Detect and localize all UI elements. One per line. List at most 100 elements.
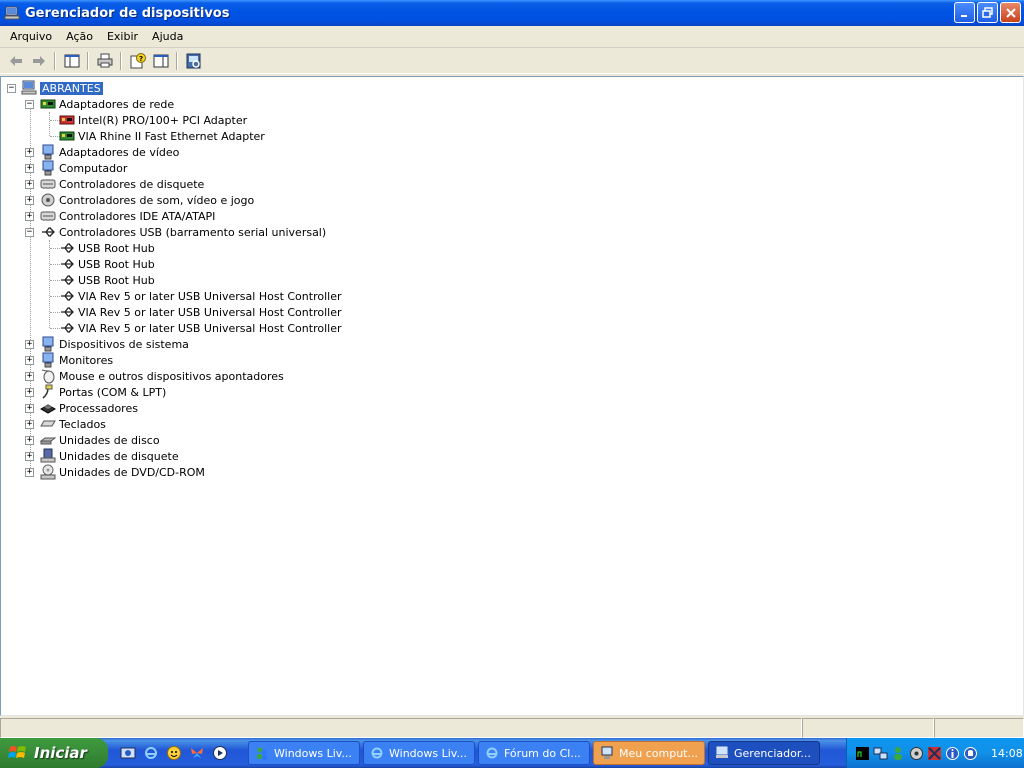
collapse-toggle[interactable]: − [7,84,16,93]
tree-device[interactable]: VIA Rev 5 or later USB Universal Host Co… [59,320,341,336]
expand-toggle[interactable]: + [25,404,34,413]
show-hide-console-tree-button[interactable] [60,50,83,72]
tree-category[interactable]: Adaptadores de vídeo [40,144,179,160]
tree-device[interactable]: VIA Rev 5 or later USB Universal Host Co… [59,304,341,320]
tree-category[interactable]: Processadores [40,400,138,416]
floppy-controller-icon [40,179,56,189]
messenger-tray-icon[interactable] [891,746,906,761]
expand-toggle[interactable]: + [25,212,34,221]
quick-launch [120,745,248,761]
taskbar-button[interactable]: Meu comput... [593,741,705,765]
taskbar-button[interactable]: Windows Liv... [248,741,360,765]
media-player-icon[interactable] [212,745,228,761]
audio-tray-icon[interactable] [909,746,924,761]
tree-category[interactable]: Controladores de disquete [40,176,204,192]
internet-explorer-icon[interactable] [143,745,159,761]
tree-device[interactable]: VIA Rhine II Fast Ethernet Adapter [59,128,265,144]
toolbar-separator [120,51,122,70]
network-adapter-icon [59,115,75,125]
collapse-toggle[interactable]: − [25,100,34,109]
tree-category-label: Adaptadores de rede [59,97,175,111]
tree-category[interactable]: Mouse e outros dispositivos apontadores [40,368,284,384]
tree-device[interactable]: Intel(R) PRO/100+ PCI Adapter [59,112,247,128]
update-tray-icon[interactable] [963,746,978,761]
taskbar-button[interactable]: Fórum do Cl... [478,741,590,765]
tree-device[interactable]: USB Root Hub [59,256,155,272]
expand-toggle[interactable]: + [25,436,34,445]
tree-category-label: Controladores de som, vídeo e jogo [59,193,255,207]
tree-category[interactable]: Controladores USB (barramento serial uni… [40,224,326,240]
messenger-smiley-icon[interactable] [166,745,182,761]
expand-toggle[interactable]: + [25,356,34,365]
expand-toggle[interactable]: + [25,196,34,205]
menu-arquivo[interactable]: Arquivo [3,27,59,47]
minimize-button[interactable] [954,2,975,23]
ie-icon [371,747,383,759]
expand-toggle[interactable]: + [25,148,34,157]
expand-toggle[interactable]: + [25,180,34,189]
close-icon [1005,7,1016,18]
properties-help-button[interactable]: ? [126,50,149,72]
computer-icon [601,746,613,759]
status-pane-2 [802,718,934,738]
close-button[interactable] [1000,2,1021,23]
taskbar-button[interactable]: Windows Liv... [363,741,475,765]
device-tree-pane[interactable]: − ABRANTES − Adaptadores de rede Intel(R… [0,76,1024,716]
menu-ajuda[interactable]: Ajuda [145,27,190,47]
tree-category[interactable]: Dispositivos de sistema [40,336,189,352]
show-hide-action-pane-button[interactable] [149,50,172,72]
tree-device[interactable]: USB Root Hub [59,240,155,256]
status-bar [0,716,1024,738]
tree-category[interactable]: Controladores IDE ATA/ATAPI [40,208,215,224]
restore-button[interactable] [977,2,998,23]
expand-toggle[interactable]: + [25,388,34,397]
ide-controller-icon [40,211,56,221]
usb-icon [61,243,74,253]
toolbar-separator [54,51,56,70]
tree-category[interactable]: Unidades de disco [40,432,160,448]
device-manager-icon [4,6,20,20]
tree-category[interactable]: Monitores [40,352,113,368]
forward-button[interactable] [27,50,50,72]
expand-toggle[interactable]: + [25,164,34,173]
show-desktop-icon[interactable] [120,745,136,761]
tree-category[interactable]: Adaptadores de rede [40,96,174,112]
expand-toggle[interactable]: + [25,420,34,429]
status-pane-3 [934,718,1024,738]
tree-root[interactable]: ABRANTES [21,80,103,96]
tree-category-label: Unidades de disco [59,433,160,447]
security-tray-icon[interactable] [927,746,942,761]
print-button[interactable] [93,50,116,72]
expand-toggle[interactable]: + [25,340,34,349]
menu-exibir[interactable]: Exibir [100,27,145,47]
tree-category[interactable]: Unidades de DVD/CD-ROM [40,464,205,480]
tree-category-label: Portas (COM & LPT) [59,385,167,399]
collapse-toggle[interactable]: − [25,228,34,237]
scan-hardware-button[interactable] [182,50,205,72]
tree-category-label: Controladores IDE ATA/ATAPI [59,209,216,223]
expand-toggle[interactable]: + [25,452,34,461]
title-bar[interactable]: Gerenciador de dispositivos [0,0,1024,26]
info-tray-icon[interactable] [945,746,960,761]
expand-toggle[interactable]: + [25,468,34,477]
tree-category[interactable]: Computador [40,160,127,176]
tree-device-label: Intel(R) PRO/100+ PCI Adapter [78,113,248,127]
task-manager-tray-icon[interactable] [855,746,870,761]
expand-toggle[interactable]: + [25,372,34,381]
taskbar-button-label: Windows Liv... [389,746,467,760]
usb-icon [61,291,74,301]
clock[interactable]: 14:08 [991,747,1023,760]
butterfly-icon[interactable] [189,745,205,761]
taskbar-button-active[interactable]: Gerenciador... [708,741,820,765]
tree-category[interactable]: Unidades de disquete [40,448,179,464]
tree-category[interactable]: Teclados [40,416,106,432]
tree-category[interactable]: Controladores de som, vídeo e jogo [40,192,254,208]
menu-acao[interactable]: Ação [59,27,100,47]
back-button[interactable] [4,50,27,72]
tree-device-label: USB Root Hub [78,241,155,255]
network-tray-icon[interactable] [873,746,888,761]
start-button[interactable]: Iniciar [0,738,108,768]
tree-device[interactable]: USB Root Hub [59,272,155,288]
tree-category[interactable]: Portas (COM & LPT) [40,384,166,400]
tree-device[interactable]: VIA Rev 5 or later USB Universal Host Co… [59,288,341,304]
